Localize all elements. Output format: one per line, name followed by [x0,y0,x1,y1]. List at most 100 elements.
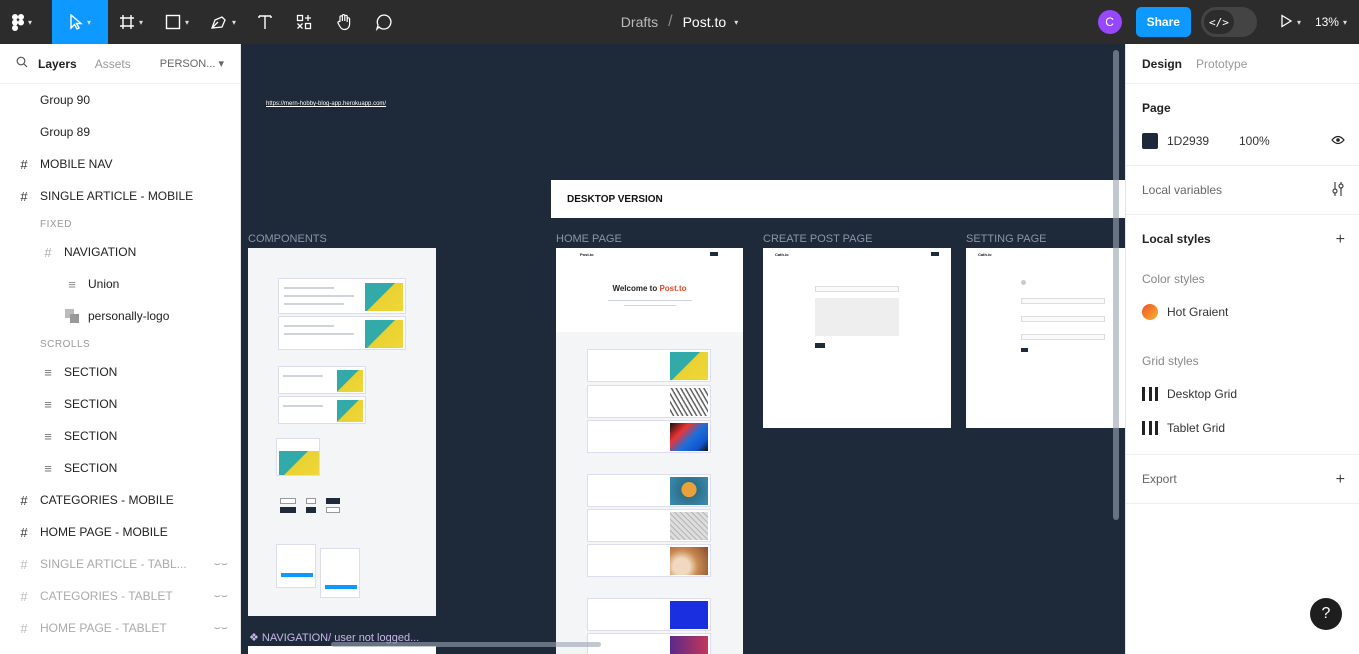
navigation-frame-preview[interactable] [248,646,436,654]
layer-navigation[interactable]: # NAVIGATION [0,236,240,268]
add-style-icon[interactable]: + [1336,231,1345,249]
chevron-down-icon: ▾ [218,58,224,70]
layers-panel: Layers Assets PERSON... ▾ Group 90 Group… [0,44,241,654]
move-tool-button[interactable]: ▾ [52,0,108,44]
tab-assets[interactable]: Assets [95,57,131,71]
file-name[interactable]: Post.to [683,14,727,30]
chevron-down-icon[interactable]: ▾ [1297,18,1301,27]
pen-icon [210,14,228,30]
toolbar: ▾ ▾ ▾ ▾ ▾ Drafts / Post.to ▾ C Share </>… [0,0,1359,44]
text-tool-button[interactable] [246,0,284,44]
local-variables-section[interactable]: Local variables [1126,166,1359,215]
article-card-preview [587,385,711,418]
layer-single-article-mobile[interactable]: # SINGLE ARTICLE - MOBILE [0,180,240,212]
register-form-preview [320,548,360,598]
frame-icon: # [20,556,28,572]
card-thumbnail [670,512,708,540]
tab-layers[interactable]: Layers [38,57,77,71]
design-panel: Design Prototype Page 1D2939 100% Local … [1125,44,1359,654]
resources-tool-button[interactable] [284,0,324,44]
card-thumbnail [337,400,363,422]
layer-personally-logo[interactable]: personally-logo [0,300,240,332]
layer-label: MOBILE NAV [40,157,113,171]
horizontal-scrollbar[interactable] [331,642,601,647]
layer-categories-mobile[interactable]: # CATEGORIES - MOBILE [0,484,240,516]
layer-label: HOME PAGE - TABLET [40,621,167,635]
layer-union[interactable]: ≡ Union [0,268,240,300]
page-color-opacity[interactable]: 100% [1239,134,1270,148]
frame-tool-button[interactable]: ▾ [108,0,154,44]
share-button[interactable]: Share [1135,7,1191,37]
desktop-version-banner[interactable]: DESKTOP VERSION [551,180,1125,218]
card-thumbnail [279,451,319,475]
design-canvas[interactable]: https://mern-hobby-blog-app.herokuapp.co… [241,44,1125,654]
comment-tool-button[interactable] [364,0,404,44]
frame-label-components[interactable]: COMPONENTS [248,233,327,245]
article-card-preview [278,396,366,424]
play-icon[interactable] [1279,13,1293,31]
variables-settings-icon[interactable] [1331,181,1345,202]
frame-label-setting[interactable]: SETTING PAGE [966,233,1046,245]
export-label: Export [1142,472,1177,486]
add-export-icon[interactable]: + [1336,471,1345,489]
layer-label: CATEGORIES - MOBILE [40,493,174,507]
hidden-eye-icon[interactable]: ⌣⌣ [214,590,228,603]
page-color-row[interactable]: 1D2939 100% [1142,124,1345,158]
hand-tool-button[interactable] [324,0,364,44]
layer-section[interactable]: ≡ SECTION [0,452,240,484]
page-selector[interactable]: PERSON... ▾ [160,57,224,70]
frame-icon: # [44,244,52,260]
page-color-hex[interactable]: 1D2939 [1167,134,1239,148]
layer-single-article-tablet[interactable]: # SINGLE ARTICLE - TABL... ⌣⌣ [0,548,240,580]
color-style-item[interactable]: Hot Graient [1142,295,1343,329]
url-link-text[interactable]: https://mern-hobby-blog-app.herokuapp.co… [266,101,386,107]
layer-label: Group 90 [40,93,91,107]
search-icon[interactable] [16,56,28,71]
page-color-swatch[interactable] [1142,133,1158,149]
article-card-preview [276,438,320,476]
layer-group-89[interactable]: Group 89 [0,116,240,148]
layer-section[interactable]: ≡ SECTION [0,356,240,388]
layer-categories-tablet[interactable]: # CATEGORIES - TABLET ⌣⌣ [0,580,240,612]
auto-layout-icon: ≡ [44,364,52,380]
setting-logo: Cath.io [978,252,992,257]
rectangle-icon [165,14,181,30]
layer-mobile-nav[interactable]: # MOBILE NAV [0,148,240,180]
frame-label-home[interactable]: HOME PAGE [556,233,622,245]
main-menu-button[interactable]: ▾ [0,0,44,44]
eye-icon[interactable] [1331,134,1345,148]
grid-style-name: Desktop Grid [1167,387,1238,401]
local-styles-section: Local styles + Color styles Hot Graient … [1126,215,1359,455]
figma-logo-icon [11,13,24,31]
export-section[interactable]: Export + [1126,455,1359,504]
layer-label: SINGLE ARTICLE - TABL... [40,557,187,571]
home-page-frame[interactable]: Post.to Welcome to Post.to [556,248,743,654]
dev-mode-toggle[interactable]: </> [1200,7,1257,37]
vertical-scrollbar[interactable] [1113,50,1119,520]
avatar[interactable]: C [1097,10,1122,34]
pen-tool-button[interactable]: ▾ [200,0,246,44]
home-logo: Post.to [580,252,594,257]
drafts-link[interactable]: Drafts [621,14,658,30]
create-post-frame[interactable]: Cath.io [763,248,951,428]
grid-style-item[interactable]: Tablet Grid [1142,411,1343,445]
zoom-level[interactable]: 13% [1315,15,1339,29]
help-button[interactable]: ? [1310,598,1342,630]
components-frame[interactable] [248,248,436,616]
layer-section[interactable]: ≡ SECTION [0,420,240,452]
shape-tool-button[interactable]: ▾ [154,0,200,44]
hidden-eye-icon[interactable]: ⌣⌣ [214,622,228,635]
layer-home-page-mobile[interactable]: # HOME PAGE - MOBILE [0,516,240,548]
chevron-down-icon[interactable]: ▾ [734,18,738,27]
layer-group-90[interactable]: Group 90 [0,84,240,116]
chevron-down-icon[interactable]: ▾ [1343,18,1347,27]
setting-page-frame[interactable]: Cath.io [966,248,1125,428]
hidden-eye-icon[interactable]: ⌣⌣ [214,558,228,571]
layer-section[interactable]: ≡ SECTION [0,388,240,420]
components-icon [296,14,312,30]
grid-style-item[interactable]: Desktop Grid [1142,377,1343,411]
layer-home-page-tablet[interactable]: # HOME PAGE - TABLET ⌣⌣ [0,612,240,644]
tab-design[interactable]: Design [1142,57,1182,71]
frame-label-create[interactable]: CREATE POST PAGE [763,233,872,245]
tab-prototype[interactable]: Prototype [1196,57,1247,71]
